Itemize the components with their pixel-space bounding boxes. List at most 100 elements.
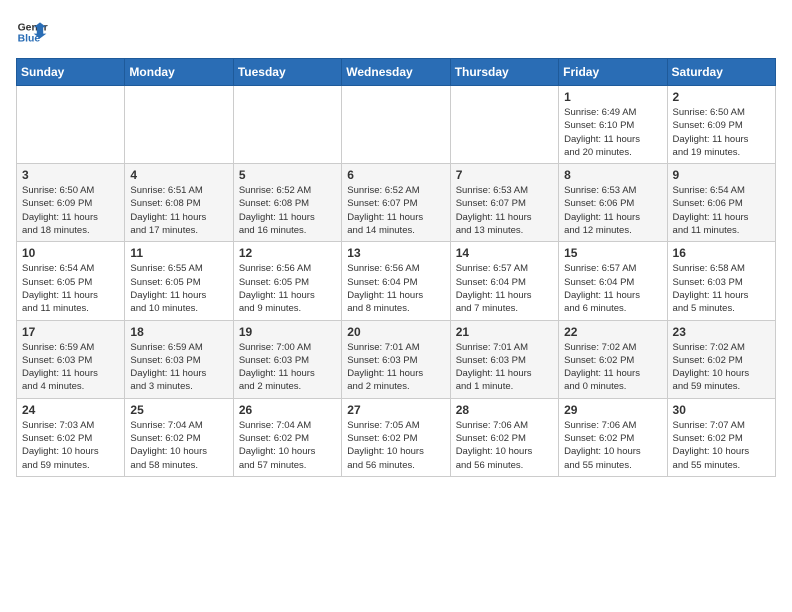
day-detail: Sunrise: 7:02 AM Sunset: 6:02 PM Dayligh… [564,341,661,394]
day-detail: Sunrise: 6:54 AM Sunset: 6:06 PM Dayligh… [673,184,770,237]
weekday-header-monday: Monday [125,59,233,86]
calendar-day-cell: 6 Sunrise: 6:52 AM Sunset: 6:07 PM Daylig… [342,164,450,242]
calendar-day-cell: 29 Sunrise: 7:06 AM Sunset: 6:02 PM Dayli… [559,398,667,476]
page-header: General Blue [16,16,776,48]
day-number: 14 [456,246,553,260]
calendar-week-row: 1 Sunrise: 6:49 AM Sunset: 6:10 PM Daylig… [17,86,776,164]
calendar-day-cell: 15 Sunrise: 6:57 AM Sunset: 6:04 PM Dayli… [559,242,667,320]
calendar-day-cell: 5Sunrise: 6:52 AM Sunset: 6:08 PM Daylig… [233,164,341,242]
day-detail: Sunrise: 6:59 AM Sunset: 6:03 PM Dayligh… [22,341,119,394]
weekday-header-tuesday: Tuesday [233,59,341,86]
day-detail: Sunrise: 7:01 AM Sunset: 6:03 PM Dayligh… [347,341,444,394]
day-number: 29 [564,403,661,417]
calendar-day-cell: 24Sunrise: 7:03 AM Sunset: 6:02 PM Dayli… [17,398,125,476]
calendar-day-cell: 30Sunrise: 7:07 AM Sunset: 6:02 PM Dayli… [667,398,775,476]
day-number: 15 [564,246,661,260]
day-detail: Sunrise: 7:06 AM Sunset: 6:02 PM Dayligh… [564,419,661,472]
calendar-table: SundayMondayTuesdayWednesdayThursdayFrid… [16,58,776,477]
day-number: 8 [564,168,661,182]
day-detail: Sunrise: 6:56 AM Sunset: 6:05 PM Dayligh… [239,262,336,315]
day-detail: Sunrise: 6:49 AM Sunset: 6:10 PM Dayligh… [564,106,661,159]
day-number: 6 [347,168,444,182]
calendar-day-cell: 26 Sunrise: 7:04 AM Sunset: 6:02 PM Dayli… [233,398,341,476]
calendar-day-cell [342,86,450,164]
logo: General Blue [16,16,48,48]
day-number: 20 [347,325,444,339]
calendar-day-cell: 21 Sunrise: 7:01 AM Sunset: 6:03 PM Dayli… [450,320,558,398]
calendar-day-cell: 9 Sunrise: 6:54 AM Sunset: 6:06 PM Daylig… [667,164,775,242]
weekday-header-sunday: Sunday [17,59,125,86]
day-number: 23 [673,325,770,339]
day-number: 1 [564,90,661,104]
weekday-header-wednesday: Wednesday [342,59,450,86]
day-detail: Sunrise: 7:02 AM Sunset: 6:02 PM Dayligh… [673,341,770,394]
weekday-header-thursday: Thursday [450,59,558,86]
day-detail: Sunrise: 6:52 AM Sunset: 6:08 PM Dayligh… [239,184,336,237]
day-detail: Sunrise: 6:58 AM Sunset: 6:03 PM Dayligh… [673,262,770,315]
calendar-week-row: 24Sunrise: 7:03 AM Sunset: 6:02 PM Dayli… [17,398,776,476]
calendar-day-cell: 12 Sunrise: 6:56 AM Sunset: 6:05 PM Dayli… [233,242,341,320]
calendar-day-cell [233,86,341,164]
weekday-header-saturday: Saturday [667,59,775,86]
day-detail: Sunrise: 6:56 AM Sunset: 6:04 PM Dayligh… [347,262,444,315]
day-number: 13 [347,246,444,260]
calendar-day-cell: 23 Sunrise: 7:02 AM Sunset: 6:02 PM Dayli… [667,320,775,398]
day-number: 18 [130,325,227,339]
day-detail: Sunrise: 6:57 AM Sunset: 6:04 PM Dayligh… [456,262,553,315]
calendar-day-cell: 22 Sunrise: 7:02 AM Sunset: 6:02 PM Dayli… [559,320,667,398]
day-number: 21 [456,325,553,339]
calendar-day-cell: 19 Sunrise: 7:00 AM Sunset: 6:03 PM Dayli… [233,320,341,398]
weekday-header-row: SundayMondayTuesdayWednesdayThursdayFrid… [17,59,776,86]
calendar-day-cell: 2 Sunrise: 6:50 AM Sunset: 6:09 PM Daylig… [667,86,775,164]
calendar-day-cell: 18 Sunrise: 6:59 AM Sunset: 6:03 PM Dayli… [125,320,233,398]
calendar-day-cell: 4 Sunrise: 6:51 AM Sunset: 6:08 PM Daylig… [125,164,233,242]
day-detail: Sunrise: 7:04 AM Sunset: 6:02 PM Dayligh… [239,419,336,472]
calendar-day-cell: 10Sunrise: 6:54 AM Sunset: 6:05 PM Dayli… [17,242,125,320]
day-number: 3 [22,168,119,182]
logo-icon: General Blue [16,16,48,48]
calendar-day-cell: 20 Sunrise: 7:01 AM Sunset: 6:03 PM Dayli… [342,320,450,398]
calendar-day-cell: 27 Sunrise: 7:05 AM Sunset: 6:02 PM Dayli… [342,398,450,476]
day-detail: Sunrise: 6:52 AM Sunset: 6:07 PM Dayligh… [347,184,444,237]
weekday-header-friday: Friday [559,59,667,86]
day-detail: Sunrise: 6:53 AM Sunset: 6:07 PM Dayligh… [456,184,553,237]
day-number: 17 [22,325,119,339]
calendar-day-cell: 14 Sunrise: 6:57 AM Sunset: 6:04 PM Dayli… [450,242,558,320]
day-number: 25 [130,403,227,417]
day-detail: Sunrise: 6:54 AM Sunset: 6:05 PM Dayligh… [22,262,119,315]
day-detail: Sunrise: 6:50 AM Sunset: 6:09 PM Dayligh… [673,106,770,159]
calendar-day-cell [17,86,125,164]
day-number: 2 [673,90,770,104]
calendar-day-cell: 28Sunrise: 7:06 AM Sunset: 6:02 PM Dayli… [450,398,558,476]
day-detail: Sunrise: 7:05 AM Sunset: 6:02 PM Dayligh… [347,419,444,472]
calendar-day-cell: 11 Sunrise: 6:55 AM Sunset: 6:05 PM Dayli… [125,242,233,320]
calendar-day-cell: 8Sunrise: 6:53 AM Sunset: 6:06 PM Daylig… [559,164,667,242]
day-number: 22 [564,325,661,339]
day-number: 4 [130,168,227,182]
day-number: 12 [239,246,336,260]
calendar-week-row: 10Sunrise: 6:54 AM Sunset: 6:05 PM Dayli… [17,242,776,320]
day-number: 27 [347,403,444,417]
day-number: 16 [673,246,770,260]
day-detail: Sunrise: 6:51 AM Sunset: 6:08 PM Dayligh… [130,184,227,237]
calendar-day-cell [125,86,233,164]
day-number: 7 [456,168,553,182]
day-detail: Sunrise: 7:00 AM Sunset: 6:03 PM Dayligh… [239,341,336,394]
day-detail: Sunrise: 7:03 AM Sunset: 6:02 PM Dayligh… [22,419,119,472]
day-number: 28 [456,403,553,417]
calendar-day-cell: 16 Sunrise: 6:58 AM Sunset: 6:03 PM Dayli… [667,242,775,320]
day-number: 26 [239,403,336,417]
day-number: 19 [239,325,336,339]
day-number: 11 [130,246,227,260]
calendar-day-cell: 25 Sunrise: 7:04 AM Sunset: 6:02 PM Dayli… [125,398,233,476]
calendar-day-cell: 13 Sunrise: 6:56 AM Sunset: 6:04 PM Dayli… [342,242,450,320]
day-detail: Sunrise: 7:01 AM Sunset: 6:03 PM Dayligh… [456,341,553,394]
day-detail: Sunrise: 6:57 AM Sunset: 6:04 PM Dayligh… [564,262,661,315]
day-detail: Sunrise: 6:59 AM Sunset: 6:03 PM Dayligh… [130,341,227,394]
day-detail: Sunrise: 7:04 AM Sunset: 6:02 PM Dayligh… [130,419,227,472]
day-number: 9 [673,168,770,182]
calendar-day-cell: 3 Sunrise: 6:50 AM Sunset: 6:09 PM Daylig… [17,164,125,242]
calendar-week-row: 3 Sunrise: 6:50 AM Sunset: 6:09 PM Daylig… [17,164,776,242]
day-detail: Sunrise: 6:55 AM Sunset: 6:05 PM Dayligh… [130,262,227,315]
day-detail: Sunrise: 6:50 AM Sunset: 6:09 PM Dayligh… [22,184,119,237]
